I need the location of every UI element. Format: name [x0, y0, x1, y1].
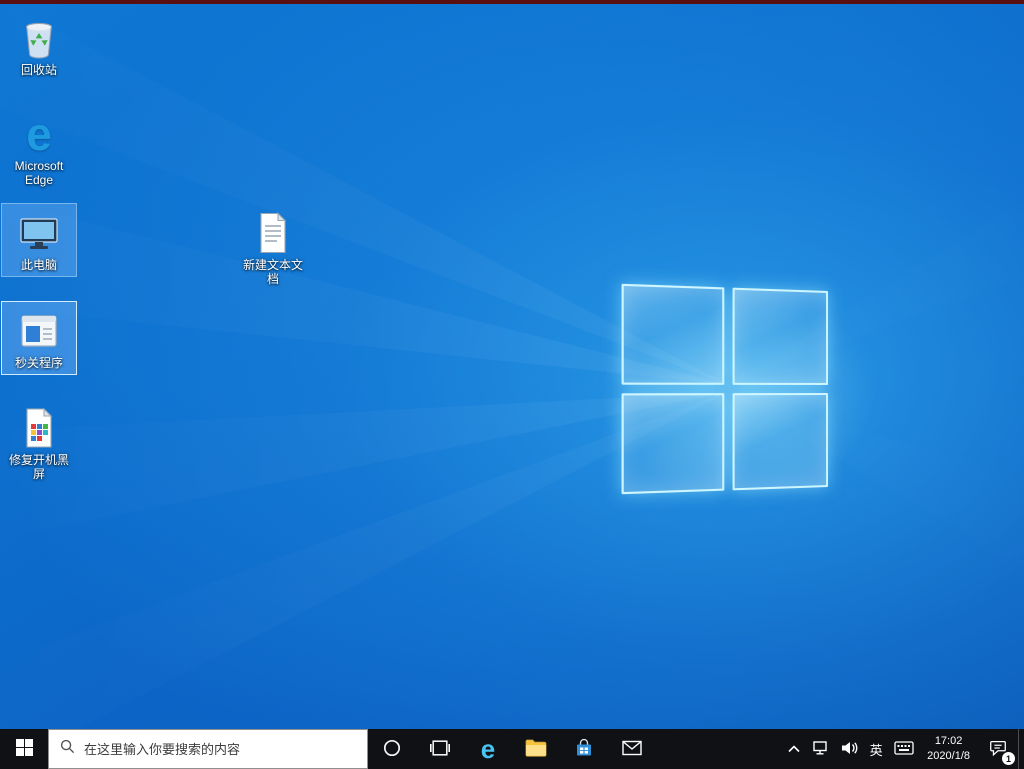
windows-desktop: 回收站 e Microsoft Edge 此电脑 秒关程序 修复开机黑屏 新建文…	[0, 0, 1024, 769]
ime-language-indicator[interactable]: 英	[863, 729, 889, 769]
windows-logo-pane	[621, 283, 725, 385]
cortana-circle-icon	[382, 738, 402, 761]
desktop-icon-label: 新建文本文档	[242, 258, 303, 287]
show-desktop-strip[interactable]	[1018, 729, 1024, 769]
task-view-icon	[430, 738, 450, 761]
ime-mode-button[interactable]	[889, 729, 919, 769]
repair-tool-icon	[17, 406, 61, 450]
network-icon	[812, 740, 830, 759]
start-button[interactable]	[0, 729, 48, 769]
action-center-button[interactable]: 1	[978, 729, 1018, 769]
tray-expand-button[interactable]	[781, 729, 807, 769]
network-button[interactable]	[807, 729, 835, 769]
desktop-icon-recycle-bin[interactable]: 回收站	[1, 8, 77, 82]
volume-button[interactable]	[835, 729, 863, 769]
windows-logo-pane	[732, 393, 828, 491]
task-view-button[interactable]	[416, 729, 464, 769]
taskbar-search-box[interactable]	[48, 729, 368, 769]
edge-taskbar-button[interactable]: e	[464, 729, 512, 769]
edge-icon: e	[17, 108, 61, 160]
desktop-icon-label: 回收站	[20, 63, 57, 77]
search-icon	[60, 739, 75, 759]
search-input[interactable]	[84, 741, 356, 757]
taskbar-clock[interactable]: 17:02 2020/1/8	[919, 729, 978, 769]
desktop-icon-fix-boot-black-screen[interactable]: 修复开机黑屏	[1, 398, 77, 487]
taskbar: e	[0, 729, 1024, 769]
desktop-icon-microsoft-edge[interactable]: e Microsoft Edge	[1, 104, 77, 193]
windows-logo-pane	[621, 393, 725, 495]
desktop-icon-label: Microsoft Edge	[14, 159, 64, 188]
cortana-button[interactable]	[368, 729, 416, 769]
text-document-icon	[251, 211, 295, 255]
edge-letter: e	[26, 108, 52, 160]
windows-logo	[621, 283, 828, 495]
recycle-bin-icon	[17, 16, 61, 60]
folder-icon	[525, 739, 547, 760]
top-edge-artifact	[0, 0, 1024, 4]
desktop-icon-label: 秒关程序	[14, 356, 63, 370]
desktop-icon-label: 修复开机黑屏	[8, 453, 69, 482]
ime-keyboard-icon	[894, 740, 914, 759]
mail-envelope-icon	[622, 740, 642, 759]
clock-time: 17:02	[934, 735, 963, 748]
chevron-up-icon	[787, 742, 801, 757]
edge-icon: e	[480, 734, 496, 764]
store-bag-icon	[574, 738, 594, 761]
app-window-icon	[17, 309, 61, 353]
mail-button[interactable]	[608, 729, 656, 769]
store-button[interactable]	[560, 729, 608, 769]
wallpaper	[0, 0, 1024, 769]
desktop-icon-new-text-document[interactable]: 新建文本文档	[235, 203, 311, 292]
notification-badge: 1	[1002, 752, 1015, 765]
windows-start-icon	[15, 739, 33, 759]
desktop-icon-quick-close-app[interactable]: 秒关程序	[1, 301, 77, 376]
desktop-icon-label: 此电脑	[20, 258, 57, 272]
windows-logo-pane	[732, 287, 828, 385]
clock-date: 2020/1/8	[927, 750, 970, 762]
file-explorer-button[interactable]	[512, 729, 560, 769]
this-pc-icon	[17, 211, 61, 255]
desktop-icon-this-pc[interactable]: 此电脑	[1, 203, 77, 278]
speaker-icon	[840, 740, 858, 759]
system-tray: 英 17:02 2020/1/8 1	[781, 729, 1024, 769]
